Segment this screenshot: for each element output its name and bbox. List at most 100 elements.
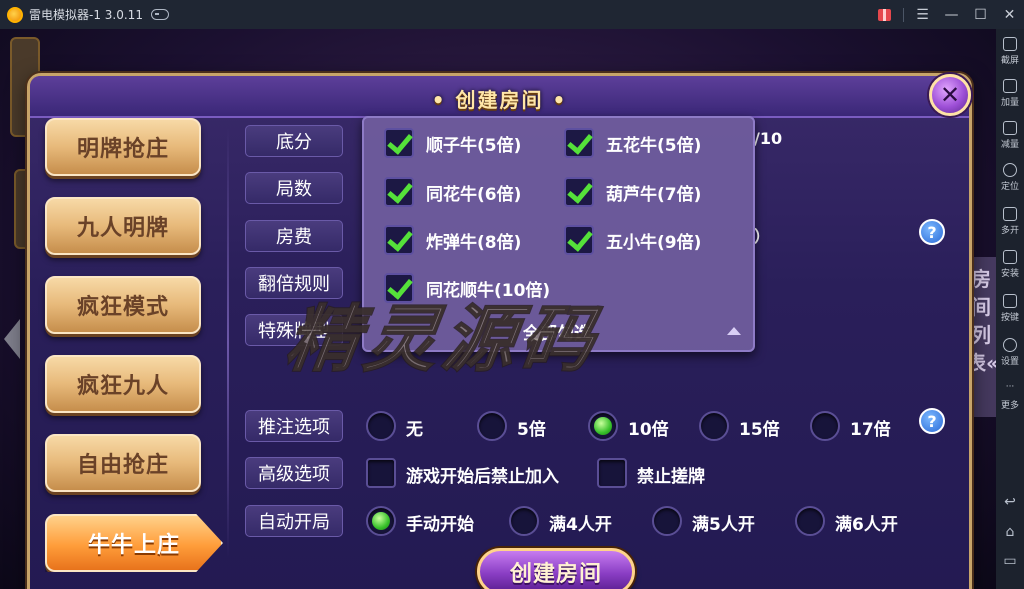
label-room-fee: 房费 [245,220,343,252]
maximize-button[interactable]: ☐ [966,0,995,29]
multi-window-icon [1003,207,1017,221]
back-icon[interactable]: ↩ [1003,495,1017,509]
home-icon[interactable]: ⌂ [1003,525,1017,539]
select-all-bar[interactable]: 全部勾选 [361,314,753,348]
more-dots-icon: ··· [1005,382,1015,392]
toolbar-label: 减量 [1000,140,1019,150]
tab-mingpai-qiangzhuang[interactable]: 明牌抢庄 [45,118,201,176]
bet-option-radio[interactable] [366,411,396,441]
special-hand-option[interactable]: 炸弹牛(8倍) [384,223,521,257]
bet-option-label: 17倍 [850,420,891,440]
question-icon: ? [927,222,937,242]
titlebar-separator [903,7,904,22]
close-window-button[interactable]: ✕ [995,0,1024,29]
toolbar-label: 截屏 [1000,56,1019,66]
special-hand-option[interactable]: 五花牛(5倍) [564,126,701,160]
bet-option-radio[interactable] [477,411,507,441]
toolbar-label: 定位 [1000,182,1019,192]
gift-icon [878,8,891,21]
menu-icon: ☰ [916,6,929,23]
label-advanced: 高级选项 [245,457,343,489]
install-tool[interactable]: 安装 [996,250,1024,279]
bet-option-label: 5倍 [517,420,546,440]
select-all-label: 全部勾选 [523,323,591,344]
bet-option-radio[interactable] [810,411,840,441]
special-hand-label: 同花顺牛(10倍) [426,280,551,301]
auto-start-radio[interactable] [795,506,825,536]
auto-start-radio[interactable] [652,506,682,536]
advanced-option-checkbox[interactable] [597,458,627,488]
auto-start-label: 满5人开 [692,515,755,535]
auto-start-radio[interactable] [509,506,539,536]
chevron-up-icon [727,327,741,335]
recent-apps-icon[interactable]: ▭ [1003,554,1017,568]
checkmark-icon [564,177,594,207]
left-arrow-icon[interactable] [4,319,20,359]
screenshot-tool[interactable]: 截屏 [996,37,1024,66]
dialog-header: • 创建房间 • [30,76,969,118]
special-hand-label: 顺子牛(5倍) [426,135,522,156]
close-icon: ✕ [1003,6,1016,23]
close-dialog-button[interactable]: ✕ [929,74,971,116]
bet-option-radio-selected[interactable] [588,411,618,441]
volume-up-tool[interactable]: 加量 [996,79,1024,108]
advanced-option-label: 游戏开始后禁止加入 [406,467,559,487]
special-hand-label: 同花牛(6倍) [426,184,522,205]
location-tool[interactable]: 定位 [996,163,1024,192]
tab-ziyou-qiangzhuang[interactable]: 自由抢庄 [45,434,201,492]
special-hand-option[interactable]: 五小牛(9倍) [564,223,701,257]
dialog-title: • 创建房间 • [431,88,568,112]
special-hand-option[interactable]: 同花牛(6倍) [384,175,521,209]
more-tool[interactable]: ··· 更多 [996,382,1024,411]
question-icon: ? [927,411,937,431]
volume-down-tool[interactable]: 减量 [996,121,1024,150]
checkmark-icon [384,225,414,255]
checkmark-icon [384,128,414,158]
bet-option-label: 10倍 [628,420,669,440]
special-hand-option[interactable]: 同花顺牛(10倍) [384,271,550,305]
bet-option-label: 无 [406,420,423,440]
checkmark-icon [564,128,594,158]
gamepad-icon[interactable] [150,9,169,20]
toolbar-label: 按键 [1000,313,1019,323]
install-icon [1003,250,1017,264]
tab-fengkuang-jiuren[interactable]: 疯狂九人 [45,355,201,413]
label-auto-start: 自动开局 [245,505,343,537]
toolbar-label: 多开 [1000,226,1019,236]
label-bet-option: 推注选项 [245,410,343,442]
label-double-rule: 翻倍规则 [245,267,343,299]
special-hand-option[interactable]: 顺子牛(5倍) [384,126,521,160]
room-fee-help-button[interactable]: ? [919,219,945,245]
gift-button[interactable] [870,0,899,29]
multi-open-tool[interactable]: 多开 [996,207,1024,236]
toolbar-label: 更多 [1000,401,1019,411]
bet-option-radio[interactable] [699,411,729,441]
minimize-button[interactable]: — [937,0,966,29]
keys-tool[interactable]: 按键 [996,294,1024,323]
base-score-value: /10 [754,129,783,148]
tab-divider [227,128,229,558]
bet-option-help-button[interactable]: ? [919,408,945,434]
emulator-toolbar: 截屏 加量 减量 定位 多开 安装 按键 设置 ··· 更多 ↩ ⌂ ▭ [996,29,1024,589]
tab-niuniu-shangzhuang[interactable]: 牛牛上庄 [45,514,223,572]
auto-start-radio-selected[interactable] [366,506,396,536]
special-hand-label: 五花牛(5倍) [606,135,702,156]
label-base-score: 底分 [245,125,343,157]
advanced-option-checkbox[interactable] [366,458,396,488]
tab-fengkuang-moshi[interactable]: 疯狂模式 [45,276,201,334]
maximize-icon: ☐ [974,6,987,23]
toolbar-label: 加量 [1000,98,1019,108]
tab-jiuren-mingpai[interactable]: 九人明牌 [45,197,201,255]
special-hand-option[interactable]: 葫芦牛(7倍) [564,175,701,209]
auto-start-label: 手动开始 [406,515,474,535]
keyboard-icon [1003,294,1017,308]
special-hand-label: 炸弹牛(8倍) [426,232,522,253]
create-room-dialog: • 创建房间 • ✕ 明牌抢庄 九人明牌 疯狂模式 疯狂九人 自由抢庄 牛牛上庄… [27,73,972,589]
menu-button[interactable]: ☰ [908,0,937,29]
game-viewport: 房间列表« • 创建房间 • ✕ 明牌抢庄 九人明牌 疯狂模式 疯狂九人 自由抢… [0,29,996,589]
bet-option-label: 15倍 [739,420,780,440]
settings-tool[interactable]: 设置 [996,338,1024,367]
toolbar-label: 设置 [1000,357,1019,367]
volume-down-icon [1003,121,1017,135]
create-room-button[interactable]: 创建房间 [477,548,635,589]
